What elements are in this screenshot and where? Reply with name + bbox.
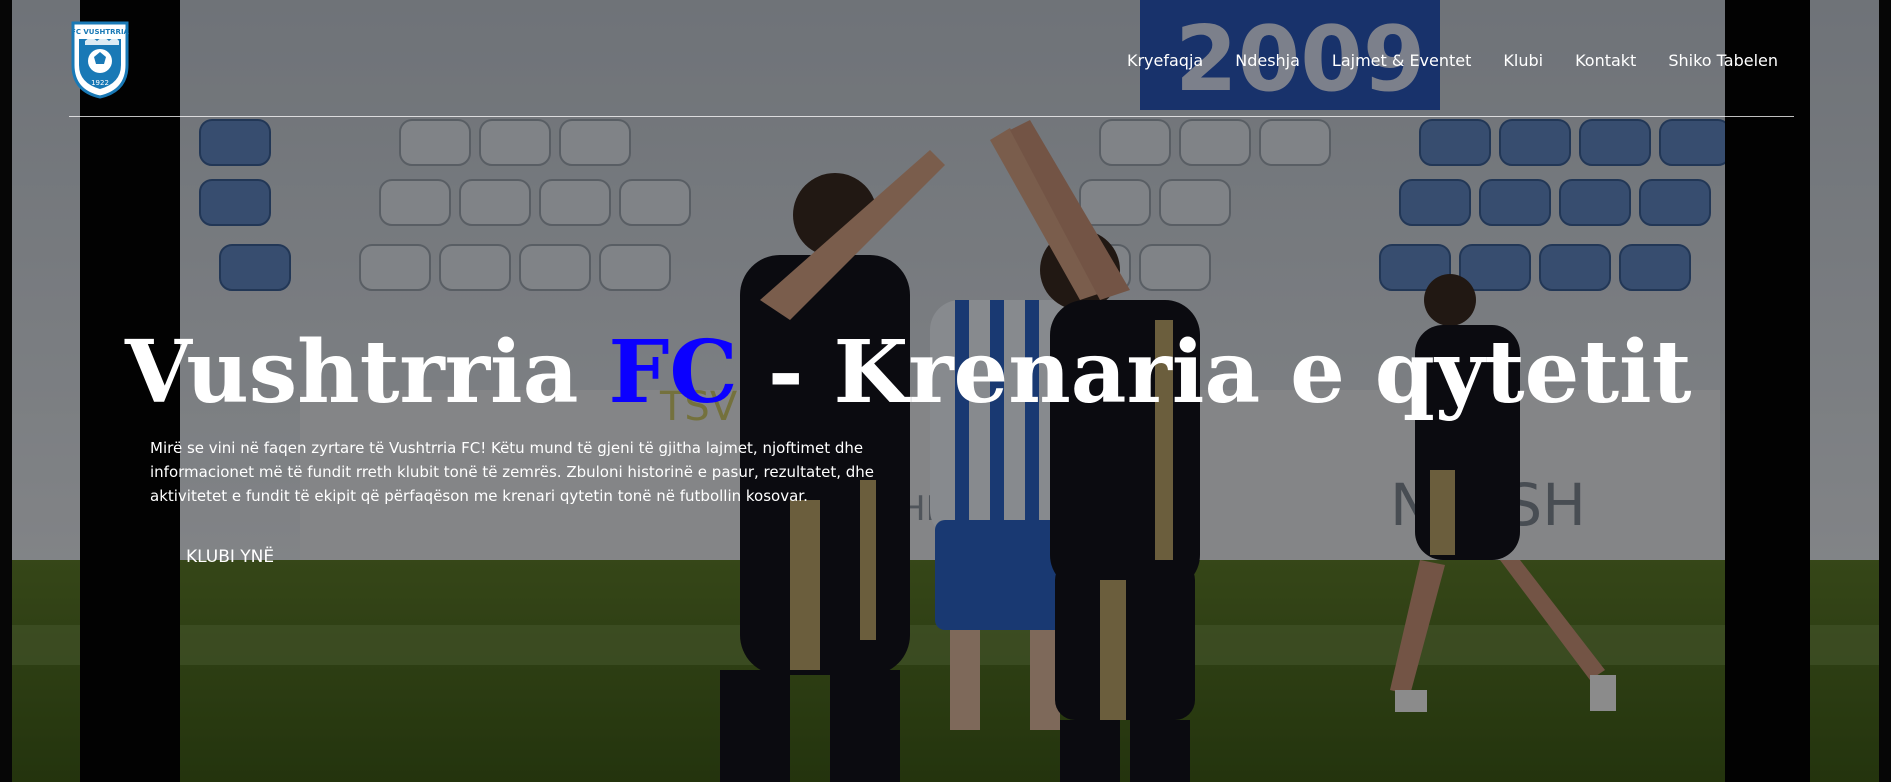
nav-link-shiko-tabelen[interactable]: Shiko Tabelen	[1668, 51, 1778, 70]
hero-headline: Vushtrria FC - Krenaria e qytetit	[125, 318, 1725, 428]
nav-link-klubi[interactable]: Klubi	[1503, 51, 1543, 70]
headline-accent-fc: FC	[608, 322, 738, 423]
nav-link-ndeshja[interactable]: Ndeshja	[1235, 51, 1300, 70]
logo-club-name: FC VUSHTRRIA	[71, 28, 130, 36]
main-nav: Kryefaqja Ndeshja Lajmet & Eventet Klubi…	[1127, 51, 1778, 70]
klubi-yne-button[interactable]: KLUBI YNË	[186, 547, 274, 567]
logo-year: 1922	[91, 79, 109, 87]
nav-link-kontakt[interactable]: Kontakt	[1575, 51, 1636, 70]
headline-part-2: - Krenaria e qytetit	[737, 322, 1692, 423]
site-header: FC VUSHTRRIA 1922 Kryefaqja Ndeshja Lajm…	[0, 0, 1891, 118]
nav-link-kryefaqja[interactable]: Kryefaqja	[1127, 51, 1203, 70]
club-logo-icon[interactable]: FC VUSHTRRIA 1922	[69, 19, 131, 99]
headline-part-1: Vushtrria	[125, 322, 609, 423]
hero-section: 2009 N TSH HL TSV FC VUSHTRRIA 1922 Krye…	[0, 0, 1891, 782]
header-divider	[69, 116, 1794, 117]
hero-intro-text: Mirë se vini në faqen zyrtare të Vushtrr…	[150, 439, 875, 505]
nav-link-lajmet-eventet[interactable]: Lajmet & Eventet	[1332, 51, 1471, 70]
